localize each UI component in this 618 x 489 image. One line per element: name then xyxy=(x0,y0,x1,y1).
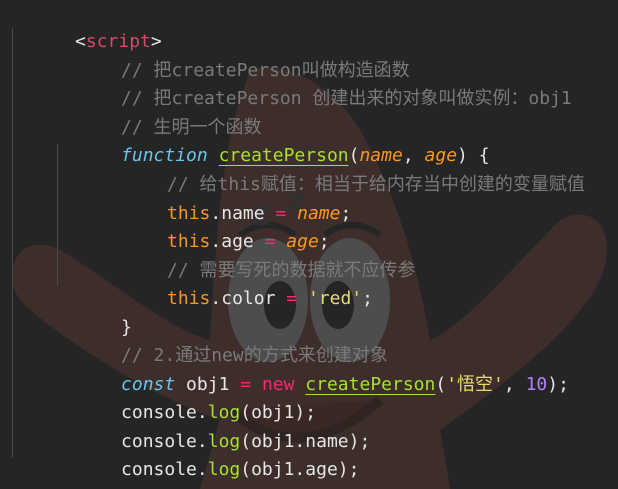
semicolon: ; xyxy=(362,288,373,309)
code-line-10[interactable]: this.color = 'red'; xyxy=(102,257,373,309)
number-arg: 10 xyxy=(525,374,548,395)
code-line-5[interactable]: function createPerson(name, age) { xyxy=(56,114,490,166)
constructor-name: createPerson xyxy=(305,374,436,395)
code-editor[interactable]: z z <script> // 把createPerson叫做构造函数 // 把… xyxy=(0,0,618,489)
code-line-8[interactable]: this.age = age; xyxy=(102,200,330,252)
code-line-13[interactable]: const obj1 = new createPerson('悟空', 10); xyxy=(56,343,569,395)
code-line-9[interactable]: // 需要写死的数据就不应传参 xyxy=(102,229,416,281)
code-line-11[interactable]: } xyxy=(56,286,132,338)
code-line-4[interactable]: // 生明一个函数 xyxy=(56,86,262,138)
code-line-3[interactable]: // 把createPerson 创建出来的对象叫做实例：obj1 xyxy=(56,57,572,109)
indent-guide xyxy=(57,144,58,286)
string-value: 'red' xyxy=(307,288,363,309)
indent-guide xyxy=(12,28,13,458)
code-line-14[interactable]: console.log(obj1); xyxy=(56,371,316,423)
paren: ( xyxy=(435,374,447,395)
semicolon: ; xyxy=(340,203,352,224)
property: .color xyxy=(210,288,287,309)
code-line-6[interactable]: // 给this赋值：相当于给内存当中创建的变量赋值 xyxy=(102,143,585,195)
code-line-1[interactable]: <script> xyxy=(10,0,162,52)
log-method: log xyxy=(207,459,241,480)
comma: , xyxy=(503,374,526,395)
code-line-16[interactable]: console.log(obj1.age); xyxy=(56,428,359,480)
log-args: (obj1.age); xyxy=(240,459,360,480)
code-line-2[interactable]: // 把createPerson叫做构造函数 xyxy=(56,29,410,81)
paren-semicolon: ); xyxy=(547,374,569,395)
code-line-17[interactable]: </script> xyxy=(10,457,173,489)
code-line-12[interactable]: // 2.通过new的方式来创建对象 xyxy=(56,314,388,366)
code-line-15[interactable]: console.log(obj1.name); xyxy=(56,400,370,452)
code-line-7[interactable]: this.name = name; xyxy=(102,172,351,224)
this-keyword: this xyxy=(167,288,211,309)
operator: = xyxy=(286,288,298,309)
string-arg: '悟空' xyxy=(446,374,504,395)
code-area[interactable]: <script> // 把createPerson叫做构造函数 // 把crea… xyxy=(0,0,618,489)
